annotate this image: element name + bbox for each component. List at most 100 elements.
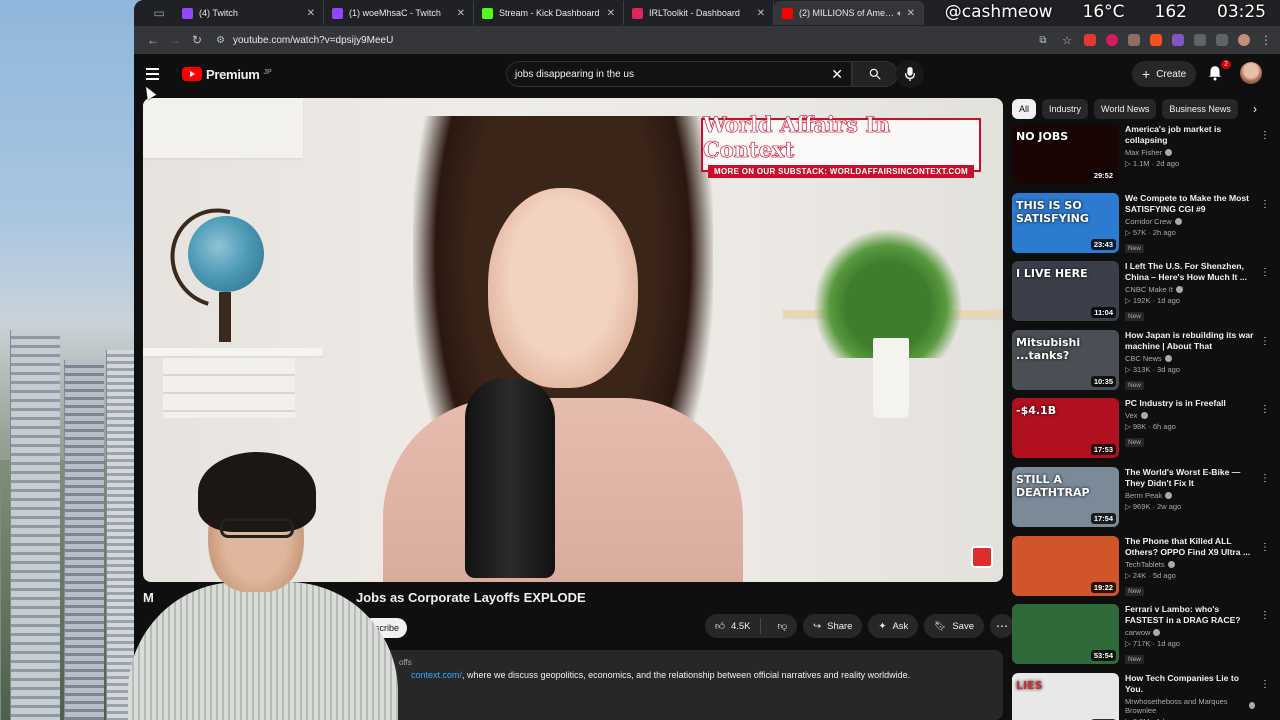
clear-search-icon[interactable]: ✕ — [831, 66, 843, 83]
recommendation-item[interactable]: NO JOBS 29:52 America's job market is coll… — [1012, 124, 1274, 193]
ask-button[interactable]: ✦ Ask — [868, 614, 919, 638]
verified-icon — [1165, 149, 1173, 156]
recommendation-item[interactable]: STILL A DEATHTRAP 17:54 The World's Worst … — [1012, 466, 1274, 536]
recommendation-title[interactable]: How Tech Companies Lie to You. — [1125, 673, 1255, 695]
save-button[interactable]: 🔖︎ Save — [924, 614, 984, 638]
chevron-right-icon[interactable]: › — [1246, 100, 1264, 118]
extension-icon[interactable] — [1128, 34, 1140, 46]
video-thumbnail[interactable]: Mitsubishi ...tanks? 10:35 — [1012, 329, 1119, 390]
recommendation-title[interactable]: PC Industry is in Freefall — [1125, 398, 1255, 409]
recommendation-item[interactable]: 53:54 Ferrari v Lambo: who's FASTEST in a… — [1012, 604, 1274, 673]
youtube-premium-logo[interactable]: Premium JP — [182, 67, 272, 82]
more-options-icon[interactable]: ⋮ — [1260, 336, 1270, 347]
video-thumbnail[interactable]: I LIVE HERE 11:04 — [1012, 261, 1119, 322]
reload-icon[interactable]: ↻ — [186, 29, 208, 51]
back-icon[interactable]: ← — [142, 29, 164, 51]
profile-avatar-icon[interactable] — [1238, 34, 1250, 46]
close-tab-icon[interactable]: ✕ — [307, 8, 315, 19]
search-button[interactable] — [852, 61, 898, 87]
recommendation-item[interactable]: Mitsubishi ...tanks? 10:35 How Japan is re… — [1012, 329, 1274, 399]
recommendation-title[interactable]: We Compete to Make the Most SATISFYING C… — [1125, 193, 1255, 215]
video-thumbnail[interactable]: 53:54 — [1012, 604, 1119, 665]
recommendation-title[interactable]: Ferrari v Lambo: who's FASTEST in a DRAG… — [1125, 604, 1255, 626]
channel-name[interactable]: Max Fisher — [1125, 148, 1255, 157]
extensions-puzzle-icon[interactable] — [1194, 34, 1206, 46]
more-options-icon[interactable]: ⋮ — [1260, 473, 1270, 484]
channel-brand-overlay: World Affairs In Context MORE ON OUR SUB… — [701, 112, 981, 178]
close-tab-icon[interactable]: ✕ — [457, 8, 465, 19]
more-options-icon[interactable]: ⋮ — [1260, 130, 1270, 141]
video-thumbnail[interactable]: -$4.1B 17:53 — [1012, 398, 1119, 459]
recommendation-title[interactable]: America's job market is collapsing — [1125, 124, 1255, 146]
channel-name[interactable]: CBC News — [1125, 354, 1255, 363]
more-options-icon[interactable]: ⋮ — [1260, 610, 1270, 621]
video-thumbnail[interactable]: 19:22 — [1012, 535, 1119, 596]
video-thumbnail[interactable]: LIES24:47 — [1012, 672, 1119, 720]
like-button[interactable]: 👍︎ 4.5K — [705, 618, 762, 634]
channel-name[interactable]: Berm Peak — [1125, 491, 1255, 500]
recommendation-item[interactable]: LIES24:47 How Tech Companies Lie to You. M… — [1012, 672, 1274, 720]
hamburger-menu-icon[interactable] — [146, 64, 166, 84]
share-button[interactable]: ↪ Share — [803, 614, 863, 638]
extension-icon[interactable] — [1150, 34, 1162, 46]
cast-icon[interactable]: ⧉ — [1036, 29, 1050, 51]
video-thumbnail[interactable]: STILL A DEATHTRAP 17:54 — [1012, 466, 1119, 527]
channel-label: Vex — [1125, 411, 1138, 421]
extension-icon[interactable] — [1172, 34, 1184, 46]
filter-chip[interactable]: All — [1012, 99, 1037, 119]
extension-icon[interactable] — [1084, 34, 1096, 46]
video-thumbnail[interactable]: NO JOBS 29:52 — [1012, 124, 1119, 184]
channel-name[interactable]: Corridor Crew — [1125, 217, 1255, 226]
recommendation-title[interactable]: I Left The U.S. For Shenzhen, China – He… — [1125, 261, 1255, 283]
site-info-icon[interactable]: ⚙ — [216, 35, 225, 46]
channel-name[interactable]: TechTablets — [1125, 560, 1255, 569]
create-button[interactable]: + Create — [1132, 61, 1197, 87]
tab-audio-icon[interactable]: 🔈︎ — [897, 8, 902, 19]
close-tab-icon[interactable]: ✕ — [907, 8, 915, 19]
browser-tab[interactable]: (4) Twitch ✕ — [174, 1, 324, 25]
close-tab-icon[interactable]: ✕ — [607, 8, 615, 19]
subscribe-watermark-icon[interactable] — [971, 546, 993, 568]
recommendation-title[interactable]: The Phone that Killed ALL Others? OPPO F… — [1125, 536, 1255, 558]
browser-tab[interactable]: Stream - Kick Dashboard ✕ — [474, 1, 624, 25]
recommendation-title[interactable]: How Japan is rebuilding its war machine … — [1125, 330, 1255, 352]
voice-search-button[interactable] — [896, 60, 924, 88]
dislike-button[interactable]: 👎︎ — [767, 620, 797, 632]
description-link[interactable]: context.com/ — [411, 670, 462, 680]
browser-tab[interactable]: (2) MILLIONS of America 🔈︎ ✕ — [774, 1, 924, 25]
omnibox[interactable]: ⚙ youtube.com/watch?v=dpsijy9MeeU — [216, 29, 1028, 51]
search-input[interactable]: jobs disappearing in the us ✕ — [506, 61, 852, 87]
forward-icon[interactable]: → — [164, 29, 186, 51]
more-options-icon[interactable]: ⋮ — [1260, 542, 1270, 553]
more-options-icon[interactable]: ⋮ — [1260, 679, 1270, 690]
recommendation-item[interactable]: -$4.1B 17:53 PC Industry is in Freefall Vex… — [1012, 398, 1274, 467]
video-thumbnail[interactable]: THIS IS SO SATISFYING 23:43 — [1012, 192, 1119, 253]
close-tab-icon[interactable]: ✕ — [757, 8, 765, 19]
bookmark-star-icon[interactable]: ☆ — [1060, 29, 1074, 51]
channel-name[interactable]: carwow — [1125, 628, 1255, 637]
tab-search-icon[interactable]: ▭ — [144, 3, 174, 23]
notifications-button[interactable]: 2 — [1206, 60, 1231, 84]
browser-menu-icon[interactable]: ⋮ — [1260, 29, 1272, 51]
account-avatar[interactable] — [1240, 62, 1262, 84]
more-options-icon[interactable]: ⋮ — [1260, 404, 1270, 415]
browser-tab[interactable]: (1) woeMhsaC - Twitch ✕ — [324, 1, 474, 25]
more-options-icon[interactable]: ⋮ — [1260, 267, 1270, 278]
recommendation-item[interactable]: 19:22 The Phone that Killed ALL Others? O… — [1012, 535, 1274, 605]
browser-tab[interactable]: IRLToolkit - Dashboard ✕ — [624, 1, 774, 25]
channel-name[interactable]: Vex — [1125, 411, 1255, 420]
reading-list-icon[interactable] — [1216, 34, 1228, 46]
recommendation-item[interactable]: I LIVE HERE 11:04 I Left The U.S. For Shen… — [1012, 261, 1274, 330]
filter-chip[interactable]: World News — [1094, 99, 1157, 119]
filter-chip[interactable]: Business News — [1162, 99, 1238, 119]
more-actions-button[interactable]: ⋯ — [990, 614, 1014, 638]
more-options-icon[interactable]: ⋮ — [1260, 199, 1270, 210]
channel-name[interactable]: Mrwhosetheboss and Marques Brownlee — [1125, 697, 1255, 715]
recommendation-title[interactable]: The World's Worst E-Bike — They Didn't F… — [1125, 467, 1255, 489]
filter-chip[interactable]: Industry — [1042, 99, 1089, 119]
recommendation-item[interactable]: THIS IS SO SATISFYING 23:43 We Compete to … — [1012, 192, 1274, 262]
channel-name[interactable]: CNBC Make It — [1125, 285, 1255, 294]
video-duration: 29:52 — [1090, 170, 1116, 181]
extension-icon[interactable] — [1106, 34, 1118, 46]
verified-icon — [1175, 286, 1183, 294]
